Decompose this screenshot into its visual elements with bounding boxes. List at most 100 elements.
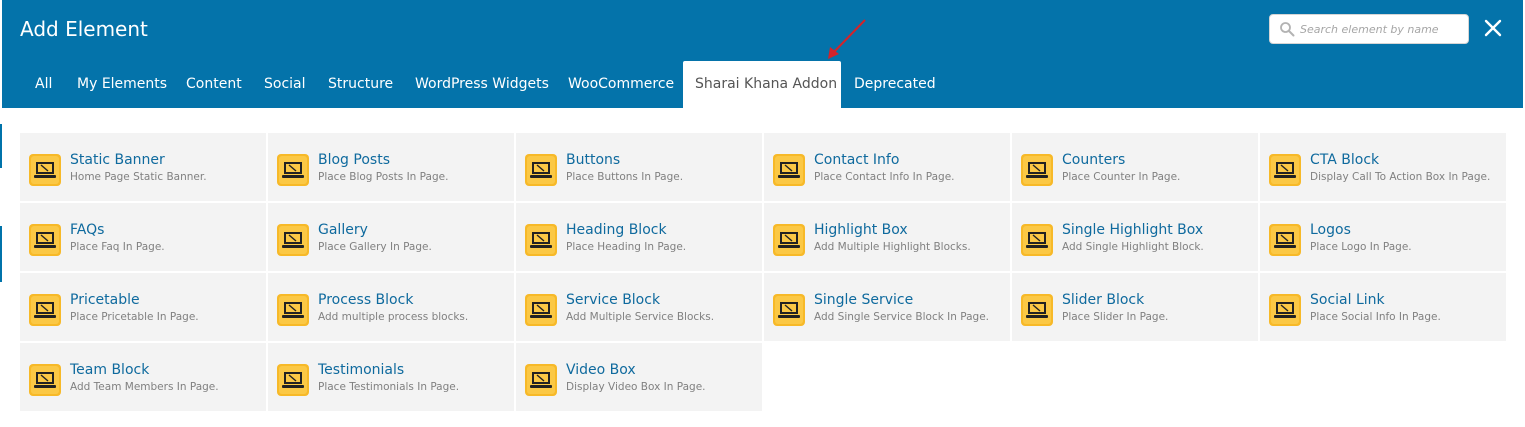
search-icon (1280, 22, 1295, 37)
element-title: Static Banner (70, 152, 165, 168)
element-description: Place Faq In Page. (70, 241, 165, 253)
element-description: Add Multiple Highlight Blocks. (814, 241, 971, 253)
monitor-tools-icon (773, 224, 805, 256)
monitor-tools-icon (277, 224, 309, 256)
monitor-tools-icon (29, 154, 61, 186)
element-card[interactable]: Testimonials Place Testimonials In Page. (268, 343, 514, 411)
element-title: Testimonials (318, 362, 405, 378)
monitor-tools-icon (773, 154, 805, 186)
element-card[interactable]: Video Box Display Video Box In Page. (516, 343, 762, 411)
element-description: Add Single Service Block In Page. (814, 311, 990, 323)
tab-my-elements[interactable]: My Elements (77, 61, 167, 108)
element-description: Place Contact Info In Page. (814, 171, 955, 183)
element-title: Team Block (70, 362, 150, 378)
element-description: Add multiple process blocks. (318, 311, 469, 323)
modal-title: Add Element (20, 17, 148, 41)
element-description: Place Social Info In Page. (1310, 311, 1441, 323)
element-title: Service Block (566, 292, 661, 308)
element-card[interactable]: Highlight Box Add Multiple Highlight Bloc… (764, 203, 1010, 271)
monitor-tools-icon (1269, 154, 1301, 186)
element-title: Process Block (318, 292, 414, 308)
element-card[interactable]: Static Banner Home Page Static Banner. (20, 133, 266, 201)
monitor-tools-icon (1269, 294, 1301, 326)
tab-sharai-khana-addon[interactable]: Sharai Khana Addon (683, 61, 841, 108)
element-title: Blog Posts (318, 152, 390, 168)
tab-social[interactable]: Social (264, 61, 306, 108)
monitor-tools-icon (277, 294, 309, 326)
tab-deprecated[interactable]: Deprecated (854, 61, 936, 108)
element-description: Add Single Highlight Block. (1062, 241, 1204, 253)
tab-wordpress-widgets[interactable]: WordPress Widgets (415, 61, 549, 108)
monitor-tools-icon (1021, 154, 1053, 186)
element-title: Pricetable (70, 292, 140, 308)
element-description: Place Pricetable In Page. (70, 311, 199, 323)
element-card[interactable]: Process Block Add multiple process blocks… (268, 273, 514, 341)
close-icon[interactable] (1482, 17, 1504, 39)
element-card[interactable]: Logos Place Logo In Page. (1260, 203, 1506, 271)
element-title: CTA Block (1310, 152, 1380, 168)
element-title: Social Link (1310, 292, 1385, 308)
element-card[interactable]: Heading Block Place Heading In Page. (516, 203, 762, 271)
monitor-tools-icon (525, 154, 557, 186)
element-card[interactable]: FAQs Place Faq In Page. (20, 203, 266, 271)
element-title: Logos (1310, 222, 1351, 238)
element-title: Video Box (566, 362, 636, 378)
search-box[interactable] (1269, 14, 1469, 44)
element-description: Place Testimonials In Page. (318, 381, 460, 393)
tab-content[interactable]: Content (186, 61, 242, 108)
element-title: Single Service (814, 292, 914, 308)
monitor-tools-icon (29, 224, 61, 256)
element-description: Place Gallery In Page. (318, 241, 432, 253)
element-card[interactable]: Social Link Place Social Info In Page. (1260, 273, 1506, 341)
element-title: Heading Block (566, 222, 667, 238)
element-description: Place Heading In Page. (566, 241, 687, 253)
element-card[interactable]: Blog Posts Place Blog Posts In Page. (268, 133, 514, 201)
element-description: Display Video Box In Page. (566, 381, 706, 393)
element-card[interactable]: Counters Place Counter In Page. (1012, 133, 1258, 201)
tab-all[interactable]: All (35, 61, 52, 108)
monitor-tools-icon (1269, 224, 1301, 256)
modal-header: Add Element All My Elements Content Soci… (2, 0, 1523, 108)
element-description: Place Slider In Page. (1062, 311, 1169, 323)
element-card[interactable]: CTA Block Display Call To Action Box In P… (1260, 133, 1506, 201)
monitor-tools-icon (29, 364, 61, 396)
monitor-tools-icon (525, 224, 557, 256)
element-card[interactable]: Single Highlight Box Add Single Highlight… (1012, 203, 1258, 271)
element-description: Place Counter In Page. (1062, 171, 1181, 183)
monitor-tools-icon (525, 294, 557, 326)
monitor-tools-icon (277, 154, 309, 186)
monitor-tools-icon (525, 364, 557, 396)
element-card[interactable]: Single Service Add Single Service Block I… (764, 273, 1010, 341)
element-description: Place Buttons In Page. (566, 171, 684, 183)
element-title: FAQs (70, 222, 105, 238)
edge-bar (0, 124, 2, 168)
monitor-tools-icon (29, 294, 61, 326)
element-title: Contact Info (814, 152, 900, 168)
element-description: Home Page Static Banner. (70, 171, 207, 183)
tab-woocommerce[interactable]: WooCommerce (568, 61, 674, 108)
element-card[interactable]: Contact Info Place Contact Info In Page. (764, 133, 1010, 201)
monitor-tools-icon (1021, 224, 1053, 256)
monitor-tools-icon (1021, 294, 1053, 326)
element-card[interactable]: Gallery Place Gallery In Page. (268, 203, 514, 271)
element-description: Add Multiple Service Blocks. (566, 311, 715, 323)
search-input[interactable] (1300, 15, 1464, 43)
element-title: Gallery (318, 222, 368, 238)
element-title: Buttons (566, 152, 621, 168)
element-card[interactable]: Service Block Add Multiple Service Blocks… (516, 273, 762, 341)
element-title: Single Highlight Box (1062, 222, 1204, 238)
element-title: Counters (1062, 152, 1126, 168)
tab-structure[interactable]: Structure (328, 61, 393, 108)
monitor-tools-icon (277, 364, 309, 396)
element-description: Add Team Members In Page. (70, 381, 219, 393)
element-title: Slider Block (1062, 292, 1145, 308)
element-card[interactable]: Team Block Add Team Members In Page. (20, 343, 266, 411)
element-card[interactable]: Slider Block Place Slider In Page. (1012, 273, 1258, 341)
element-card[interactable]: Pricetable Place Pricetable In Page. (20, 273, 266, 341)
monitor-tools-icon (773, 294, 805, 326)
element-title: Highlight Box (814, 222, 908, 238)
element-description: Display Call To Action Box In Page. (1310, 171, 1491, 183)
edge-bar (0, 226, 2, 282)
element-card[interactable]: Buttons Place Buttons In Page. (516, 133, 762, 201)
element-description: Place Blog Posts In Page. (318, 171, 449, 183)
